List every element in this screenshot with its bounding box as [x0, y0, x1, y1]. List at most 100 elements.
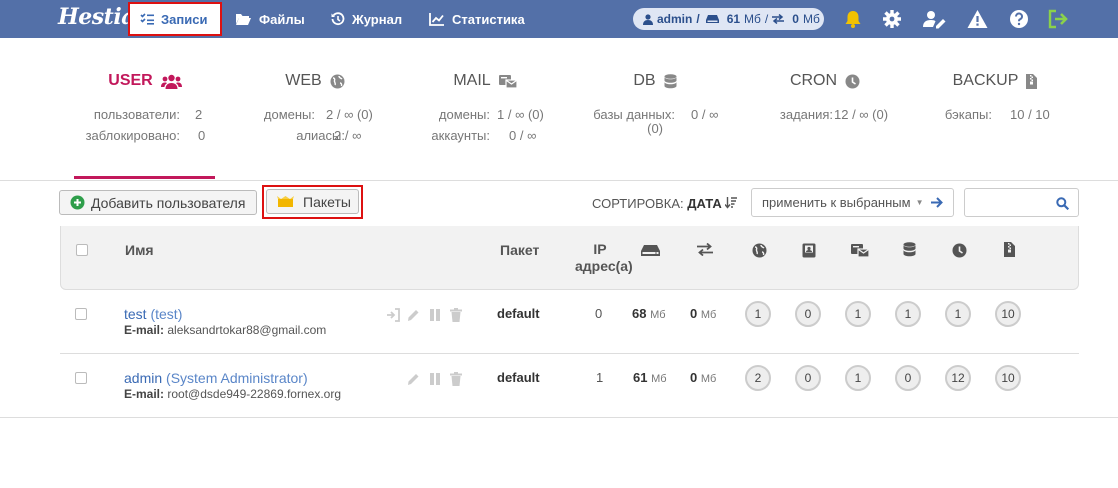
file-archive-icon: [1026, 73, 1038, 89]
nav-files[interactable]: Файлы: [235, 0, 305, 38]
row-db-count: 0: [895, 365, 921, 391]
stat-web-value-2: 2 / ∞: [334, 128, 362, 143]
database-icon: [664, 73, 677, 88]
trash-icon[interactable]: [450, 308, 462, 322]
stat-db-value-1: 0 / ∞: [691, 107, 719, 122]
nav-stats[interactable]: Статистика: [429, 0, 525, 38]
cron-clock-icon[interactable]: [952, 243, 967, 258]
col-package-header[interactable]: Пакет: [500, 242, 539, 258]
row-ip-count: 0: [595, 306, 603, 321]
stat-user-label-2: заблокировано:: [85, 128, 180, 143]
stat-mail-value-2: 0 / ∞: [509, 128, 537, 143]
account-sep: /: [696, 12, 700, 26]
account-bw-unit: Мб: [802, 12, 820, 26]
folder-open-icon: [236, 14, 251, 25]
disk-icon[interactable]: [641, 244, 660, 257]
stat-user-label-1: пользователи:: [93, 107, 180, 122]
stats-panel: USER пользователи: 2 заблокировано: 0 WEB …: [0, 38, 1118, 180]
nav-stats-label: Статистика: [452, 11, 525, 27]
stat-user-title: USER: [108, 72, 153, 89]
packages-button[interactable]: Пакеты: [266, 189, 359, 214]
row-username-link[interactable]: test: [124, 306, 147, 322]
stat-mail-value-1: 1 / ∞ (0): [497, 107, 544, 122]
edit-pencil-icon[interactable]: [407, 308, 419, 322]
row-cron-count: 1: [945, 301, 971, 327]
account-sep-2: /: [764, 12, 769, 26]
exchange-icon: [772, 14, 785, 24]
stat-backup-label-1: бэкапы:: [944, 107, 992, 122]
globe-icon: [330, 74, 345, 88]
stat-user-value-1: 2: [195, 107, 203, 122]
row-bw: 0: [690, 306, 698, 321]
sort-control[interactable]: СОРТИРОВКА: ДАТА: [592, 196, 738, 211]
mail-domains-icon[interactable]: [851, 243, 869, 258]
bandwidth-icon[interactable]: [697, 243, 713, 256]
table-row: test (test) E-mail: aleksandrtokar88@gma…: [60, 290, 1079, 354]
account-usage-pill[interactable]: admin / 61 Мб / 0 Мб: [633, 8, 824, 30]
stat-web-title: WEB: [285, 72, 322, 89]
history-icon: [331, 12, 345, 26]
web-domains-icon[interactable]: [752, 243, 767, 258]
edit-pencil-icon[interactable]: [407, 372, 419, 386]
caret-down-icon: ▼: [915, 198, 924, 207]
nav-log[interactable]: Журнал: [331, 0, 402, 38]
row-disk: 68: [632, 306, 647, 321]
stat-db-title: DB: [633, 72, 656, 89]
databases-icon[interactable]: [903, 242, 916, 257]
top-navbar: Hestia Записи Файлы Журнал Статистика ad…: [0, 0, 1118, 38]
logout-icon[interactable]: [1048, 9, 1069, 29]
sort-label: СОРТИРОВКА:: [592, 196, 684, 211]
col-ip-header-2[interactable]: адрес(а): [575, 258, 633, 274]
row-username-link[interactable]: admin: [124, 370, 162, 386]
dns-book-icon[interactable]: [802, 243, 816, 258]
stat-cron-label-1: задания:: [779, 107, 833, 122]
clock-icon: [845, 74, 860, 88]
trash-icon[interactable]: [450, 372, 462, 386]
list-check-icon: [140, 13, 154, 25]
row-actions: [407, 372, 467, 386]
table-header: Имя Пакет IP адрес(а): [60, 226, 1079, 290]
sort-desc-icon: [724, 197, 738, 209]
add-user-button[interactable]: Добавить пользователя: [59, 190, 257, 215]
user-edit-icon[interactable]: [923, 9, 947, 29]
backups-icon[interactable]: [1004, 242, 1015, 257]
suspend-icon[interactable]: [429, 308, 441, 322]
bulk-action-placeholder: применить к выбранным: [762, 195, 911, 210]
row-web-count: 1: [745, 301, 771, 327]
nav-records[interactable]: Записи: [128, 2, 222, 36]
bell-icon[interactable]: [843, 9, 863, 29]
suspend-icon[interactable]: [429, 372, 441, 386]
hdd-icon: [705, 15, 719, 23]
row-db-count: 1: [895, 301, 921, 327]
nav-log-label: Журнал: [352, 11, 403, 27]
row-disk-unit: Мб: [651, 373, 667, 385]
gear-icon[interactable]: [882, 9, 902, 29]
add-user-label: Добавить пользователя: [91, 194, 246, 211]
arrow-right-icon[interactable]: [931, 197, 943, 208]
warning-icon[interactable]: [967, 9, 988, 29]
account-disk-unit: Мб: [744, 12, 761, 26]
packages-label: Пакеты: [303, 193, 351, 210]
stat-backup-value-1: 10 / 10: [1010, 107, 1050, 122]
stat-backup-title: BACKUP: [952, 72, 1019, 89]
brand-logo[interactable]: Hestia: [58, 4, 135, 30]
row-fullname[interactable]: (test): [150, 306, 182, 322]
row-actions: [387, 308, 467, 322]
login-as-icon[interactable]: [387, 308, 400, 322]
account-user: admin: [657, 12, 693, 26]
bulk-action-select[interactable]: применить к выбранным ▼: [751, 188, 954, 217]
row-bw-unit: Мб: [700, 373, 717, 385]
col-ip-header-1[interactable]: IP: [593, 241, 607, 257]
select-all-checkbox[interactable]: [76, 244, 88, 256]
stat-mail-label-2: аккаунты:: [431, 128, 490, 143]
help-icon[interactable]: [1009, 9, 1029, 29]
search-icon[interactable]: [1056, 197, 1069, 210]
chart-line-icon: [429, 13, 444, 26]
row-backup-count: 10: [995, 365, 1021, 391]
row-checkbox[interactable]: [75, 308, 87, 320]
search-input[interactable]: [964, 188, 1079, 217]
mail-server-icon: [498, 74, 517, 89]
row-checkbox[interactable]: [75, 372, 87, 384]
col-name-header[interactable]: Имя: [125, 242, 154, 258]
row-fullname[interactable]: (System Administrator): [166, 370, 308, 386]
